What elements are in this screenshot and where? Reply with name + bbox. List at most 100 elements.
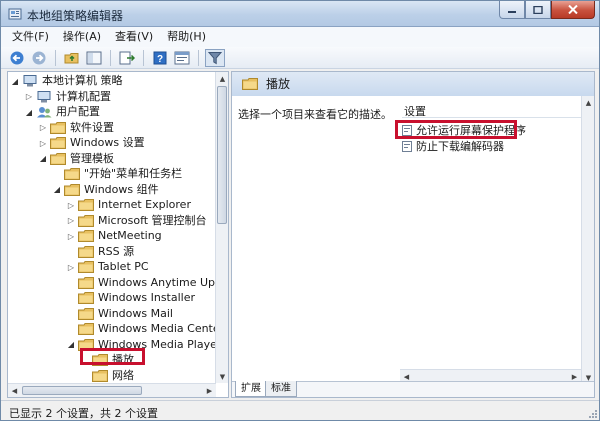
scroll-down-arrow-icon[interactable]: ▼ <box>216 370 228 383</box>
show-hide-tree-button[interactable] <box>84 49 104 67</box>
tree-node[interactable]: ◢ 本地计算机 策略 <box>10 73 123 89</box>
scroll-right-arrow-icon[interactable]: ▶ <box>203 384 216 397</box>
view-tabs: 扩展 标准 <box>232 381 594 397</box>
tree-node[interactable]: ◢ 用户配置 <box>24 104 100 120</box>
expand-arrow-icon[interactable]: ▷ <box>24 89 34 105</box>
tree-node-label: Windows 设置 <box>70 136 145 149</box>
tree-node-label: 管理模板 <box>70 151 114 165</box>
tree-node[interactable]: ◢ 管理模板 <box>38 151 114 167</box>
tree-node[interactable]: "开始"菜单和任务栏 <box>52 166 182 182</box>
folder-icon <box>78 261 94 273</box>
folder-icon <box>78 307 94 320</box>
tree-node[interactable]: ◢ Windows 组件 <box>52 182 159 198</box>
folder-icon <box>78 214 94 227</box>
scroll-left-arrow-icon[interactable]: ◀ <box>8 384 21 397</box>
tree-node[interactable]: ▷ 软件设置 <box>38 120 114 136</box>
setting-prevent-codec-download[interactable]: 防止下载编解码器 <box>402 138 504 154</box>
status-text: 已显示 2 个设置，共 2 个设置 <box>9 407 158 420</box>
tree-node[interactable]: Windows Anytime Upgrade <box>66 275 216 291</box>
tree-node[interactable]: RSS 源 <box>66 244 134 260</box>
toolbar-separator <box>55 49 56 66</box>
help-button[interactable]: ? <box>150 49 170 67</box>
toolbar-separator <box>110 49 111 66</box>
tree-node[interactable]: ▷ Microsoft 管理控制台 <box>66 213 207 229</box>
folder-icon <box>50 121 66 134</box>
tree-node-label: 网络 <box>112 368 134 382</box>
console-tree-pane: ◢ 本地计算机 策略 ▷ 计算机配置 ◢ 用户配置 ▷ 软件设置 ▷ Windows 设置 ◢ 管理模… <box>7 71 229 398</box>
expand-arrow-icon[interactable]: ▷ <box>66 259 76 275</box>
properties-icon <box>174 51 190 64</box>
scroll-up-arrow-icon[interactable]: ▲ <box>216 72 228 85</box>
folder-up-icon <box>64 52 79 63</box>
user-icon <box>37 107 52 118</box>
setting-highlight <box>395 120 517 139</box>
menu-file[interactable]: 文件(F) <box>5 27 56 47</box>
title-bar[interactable]: 本地组策略编辑器 <box>1 1 599 27</box>
expand-arrow-icon[interactable]: ▷ <box>66 228 76 244</box>
tree-node-label: Internet Explorer <box>98 198 191 211</box>
menu-action[interactable]: 操作(A) <box>56 27 108 47</box>
expand-arrow-icon[interactable]: ▷ <box>66 213 76 229</box>
collapse-arrow-icon[interactable]: ◢ <box>38 151 48 167</box>
tree-node[interactable]: Windows Mail <box>66 306 173 322</box>
back-button[interactable] <box>7 49 27 67</box>
menu-help[interactable]: 帮助(H) <box>160 27 213 47</box>
tree-node[interactable]: ▷ Internet Explorer <box>66 197 191 213</box>
export-list-icon <box>119 51 135 64</box>
resize-grip-icon[interactable] <box>588 409 598 419</box>
window-controls <box>499 1 595 20</box>
tree-vertical-scrollbar[interactable]: ▲ ▼ <box>215 72 228 383</box>
scroll-up-arrow-icon[interactable]: ▲ <box>582 96 594 109</box>
close-button[interactable] <box>551 1 595 19</box>
tab-standard[interactable]: 标准 <box>265 381 297 397</box>
tree-node[interactable]: ▷ 计算机配置 <box>24 89 111 105</box>
collapse-arrow-icon[interactable]: ◢ <box>66 337 76 353</box>
tree-node[interactable]: Windows Installer <box>66 290 195 306</box>
tree-node-label: Tablet PC <box>98 260 149 273</box>
maximize-button[interactable] <box>525 1 551 19</box>
close-icon <box>568 5 578 14</box>
collapse-arrow-icon[interactable]: ◢ <box>52 182 62 198</box>
svg-text:?: ? <box>157 54 163 65</box>
back-arrow-icon <box>10 51 24 64</box>
expand-arrow-icon[interactable]: ▷ <box>38 120 48 136</box>
export-list-button[interactable] <box>117 49 137 67</box>
policy-editor-icon <box>8 8 22 20</box>
properties-button[interactable] <box>172 49 192 67</box>
menu-view[interactable]: 查看(V) <box>108 27 160 47</box>
collapse-arrow-icon[interactable]: ◢ <box>10 73 20 89</box>
minimize-button[interactable] <box>499 1 525 19</box>
tree-node[interactable]: ▷ NetMeeting <box>66 228 162 244</box>
tree-node[interactable]: ▷ Tablet PC <box>66 259 149 275</box>
group-policy-editor-window: 本地组策略编辑器 文件(F) 操作(A) 查看(V) 帮助(H) ? ◢ 本地计… <box>0 0 600 421</box>
status-bar: 已显示 2 个设置，共 2 个设置 <box>1 400 599 420</box>
expand-arrow-icon[interactable]: ▷ <box>66 197 76 213</box>
tree-scroll-thumb[interactable] <box>217 86 227 224</box>
tree-hscroll-thumb[interactable] <box>22 386 142 395</box>
tree-horizontal-scrollbar[interactable]: ◀ ▶ <box>8 383 216 397</box>
computer-icon <box>37 90 51 102</box>
filter-button[interactable] <box>205 48 225 67</box>
details-vertical-scrollbar[interactable]: ▲ ▼ <box>581 96 594 384</box>
collapse-arrow-icon[interactable]: ◢ <box>24 104 34 120</box>
expand-arrow-icon[interactable]: ▷ <box>38 135 48 151</box>
forward-button[interactable] <box>29 49 49 67</box>
tree-node-label: 计算机配置 <box>56 89 111 103</box>
folder-icon <box>78 276 94 289</box>
tab-extended[interactable]: 扩展 <box>235 381 267 397</box>
tree-node[interactable]: Windows Media Center <box>66 321 216 337</box>
settings-column-header[interactable]: 设置 <box>402 102 582 118</box>
tree-node-label: "开始"菜单和任务栏 <box>84 167 183 180</box>
tree-node[interactable]: ▷ Windows 设置 <box>38 135 145 151</box>
toolbar-separator <box>143 49 144 66</box>
console-tree-icon <box>86 51 102 64</box>
tree-node-label: Windows Media Center <box>98 322 216 335</box>
up-one-level-button[interactable] <box>62 49 82 67</box>
tree-node[interactable]: 网络 <box>80 368 134 384</box>
folder-icon <box>50 137 66 149</box>
filter-icon <box>208 51 222 64</box>
